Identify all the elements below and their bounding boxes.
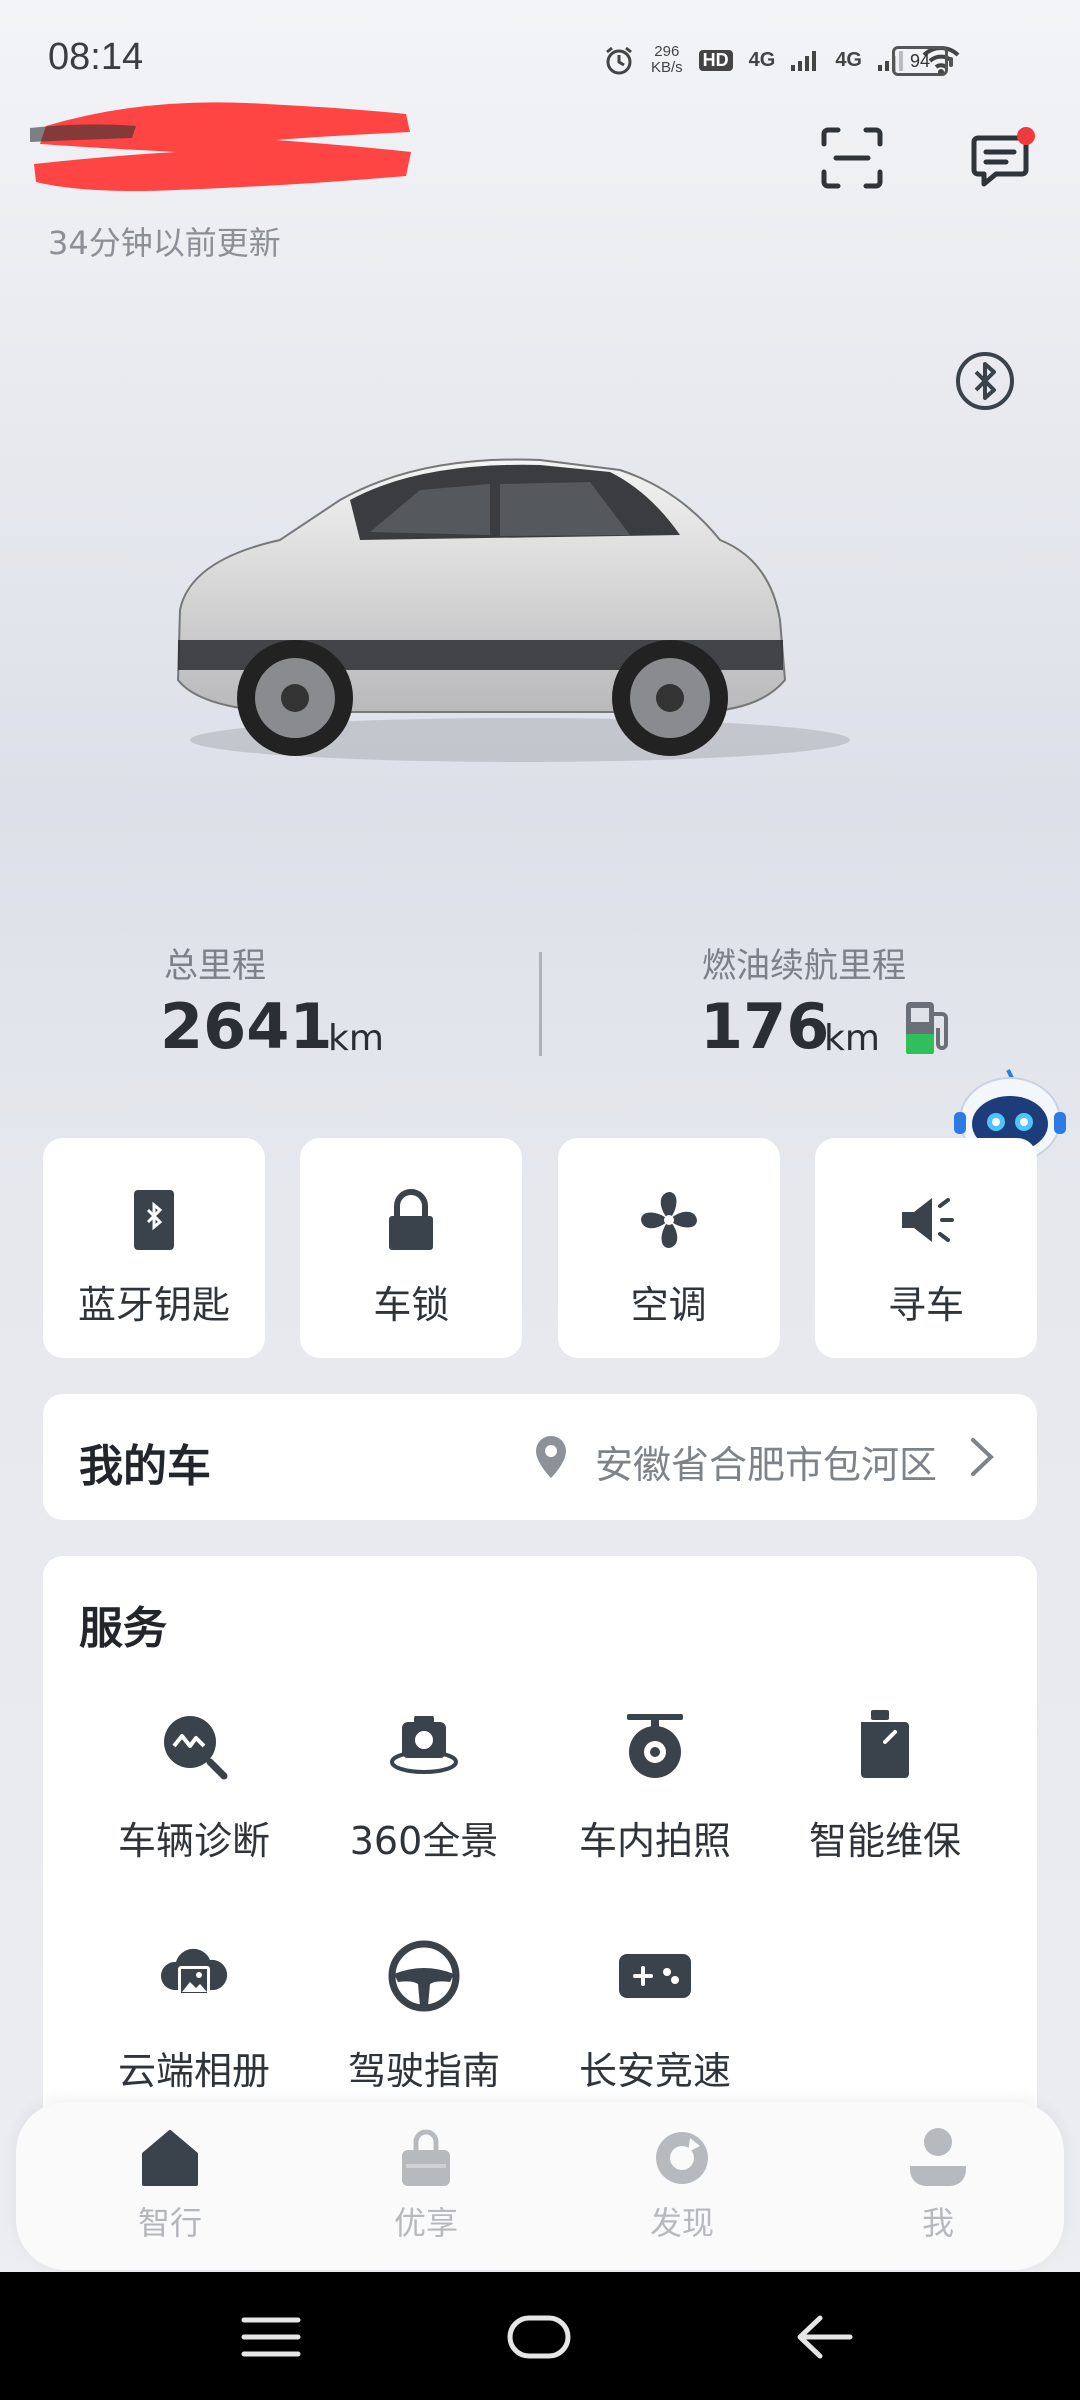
net-speed-unit: KB/s [650, 59, 683, 76]
bottom-tab-bar: 智行 优享 发现 我 [16, 2102, 1064, 2270]
bluetooth-key-icon [134, 1190, 174, 1250]
service-label: 驾驶指南 [347, 2049, 500, 2093]
fuel-range-value: 176 [700, 990, 830, 1063]
service-interior-photo[interactable]: 车内拍照 [540, 1706, 770, 1906]
tab-label: 优享 [393, 2204, 458, 2242]
profile-icon [910, 2128, 966, 2186]
service-smart-maintenance[interactable]: 智能维保 [770, 1706, 1000, 1906]
total-mileage-value: 2641 [160, 990, 333, 1063]
shopping-bag-icon [402, 2129, 450, 2186]
fan-icon [640, 1192, 697, 1248]
home-nav-icon[interactable] [504, 2308, 574, 2366]
cloud-album-icon [160, 1948, 228, 1996]
redacted-vehicle-name [30, 102, 411, 191]
fuel-range-unit: km [824, 1018, 880, 1059]
quick-action-label: 寻车 [887, 1283, 964, 1327]
location-pin-icon [536, 1436, 566, 1478]
speaker-icon [901, 1198, 954, 1242]
scan-icon [821, 127, 883, 189]
my-car-title: 我的车 [79, 1441, 211, 1492]
tab-label: 发现 [649, 2204, 714, 2242]
service-label: 云端相册 [117, 2049, 270, 2093]
menu-icon[interactable] [236, 2308, 306, 2366]
lock-icon [389, 1189, 434, 1250]
service-label: 360全景 [349, 1819, 499, 1863]
quick-action-label: 蓝牙钥匙 [77, 1283, 230, 1327]
quick-action-label: 车锁 [373, 1283, 450, 1327]
vehicle-image[interactable] [160, 440, 880, 780]
status-time: 08:14 [48, 36, 144, 78]
mileage-stats: 总里程 2641 km 燃油续航里程 176 km [0, 930, 1080, 1070]
scan-button[interactable] [820, 126, 884, 190]
net-speed: 296 KB/s [651, 44, 683, 76]
hd-badge: HD [698, 49, 733, 71]
stats-divider [539, 952, 542, 1056]
services-title: 服务 [79, 1603, 167, 1654]
service-label: 智能维保 [808, 1819, 961, 1863]
alarm-icon [606, 46, 632, 75]
service-label: 车辆诊断 [117, 1819, 270, 1863]
interior-camera-icon [627, 1714, 683, 1778]
back-icon[interactable] [790, 2308, 860, 2366]
unread-dot [1017, 127, 1035, 145]
fuel-pump-icon [906, 1002, 948, 1054]
total-mileage-label: 总里程 [164, 946, 266, 986]
system-navigation-bar [0, 2272, 1080, 2400]
message-icon [971, 127, 1035, 187]
total-mileage-unit: km [328, 1018, 384, 1059]
tab-youxiang[interactable]: 优享 [326, 2126, 526, 2256]
service-label: 长安竞速 [578, 2049, 731, 2093]
quick-action-bluetooth-key[interactable]: 蓝牙钥匙 [43, 1138, 265, 1358]
chevron-right-icon [971, 1438, 994, 1476]
battery-indicator: 94 [892, 46, 953, 76]
quick-action-label: 空调 [630, 1283, 707, 1327]
diagnosis-icon [164, 1716, 228, 1780]
fuel-range-label: 燃油续航里程 [702, 946, 906, 986]
quick-action-find-car[interactable]: 寻车 [814, 1138, 1037, 1358]
bluetooth-icon [956, 352, 1014, 410]
services-card: 服务 车辆诊断 360全景 车内拍照 智能维保 云端相册 驾驶指南 长安竞速 [43, 1556, 1037, 2156]
tab-label: 智行 [137, 2204, 202, 2242]
messages-button[interactable] [970, 126, 1036, 192]
bluetooth-connect-button[interactable] [954, 350, 1016, 412]
my-car-card[interactable]: 我的车 安徽省合肥市包河区 [43, 1394, 1037, 1520]
gamepad-icon [619, 1954, 691, 1998]
signal-bars-icon [791, 51, 817, 71]
service-label: 车内拍照 [578, 1819, 731, 1863]
net-speed-value: 296 [654, 43, 680, 60]
tab-me[interactable]: 我 [838, 2126, 1038, 2256]
tab-zhixing[interactable]: 智行 [70, 2126, 270, 2256]
last-updated-text: 34分钟以前更新 [48, 224, 281, 262]
car-location: 安徽省合肥市包河区 [594, 1443, 937, 1487]
panorama-camera-icon [390, 1716, 458, 1774]
maintenance-icon [861, 1710, 909, 1778]
quick-actions: 蓝牙钥匙 车锁 空调 寻车 [43, 1138, 1037, 1358]
service-360-panorama[interactable]: 360全景 [309, 1706, 539, 1906]
discover-icon [656, 2132, 708, 2184]
signal-4g-1: 4G [748, 48, 776, 71]
signal-4g-2: 4G [835, 48, 862, 71]
quick-action-lock[interactable]: 车锁 [300, 1138, 523, 1358]
steering-wheel-icon [388, 1940, 460, 2012]
tab-faxian[interactable]: 发现 [582, 2126, 782, 2256]
home-icon [142, 2130, 198, 2186]
service-vehicle-diagnosis[interactable]: 车辆诊断 [79, 1706, 309, 1906]
tab-label: 我 [921, 2204, 954, 2242]
quick-action-ac[interactable]: 空调 [557, 1138, 780, 1358]
